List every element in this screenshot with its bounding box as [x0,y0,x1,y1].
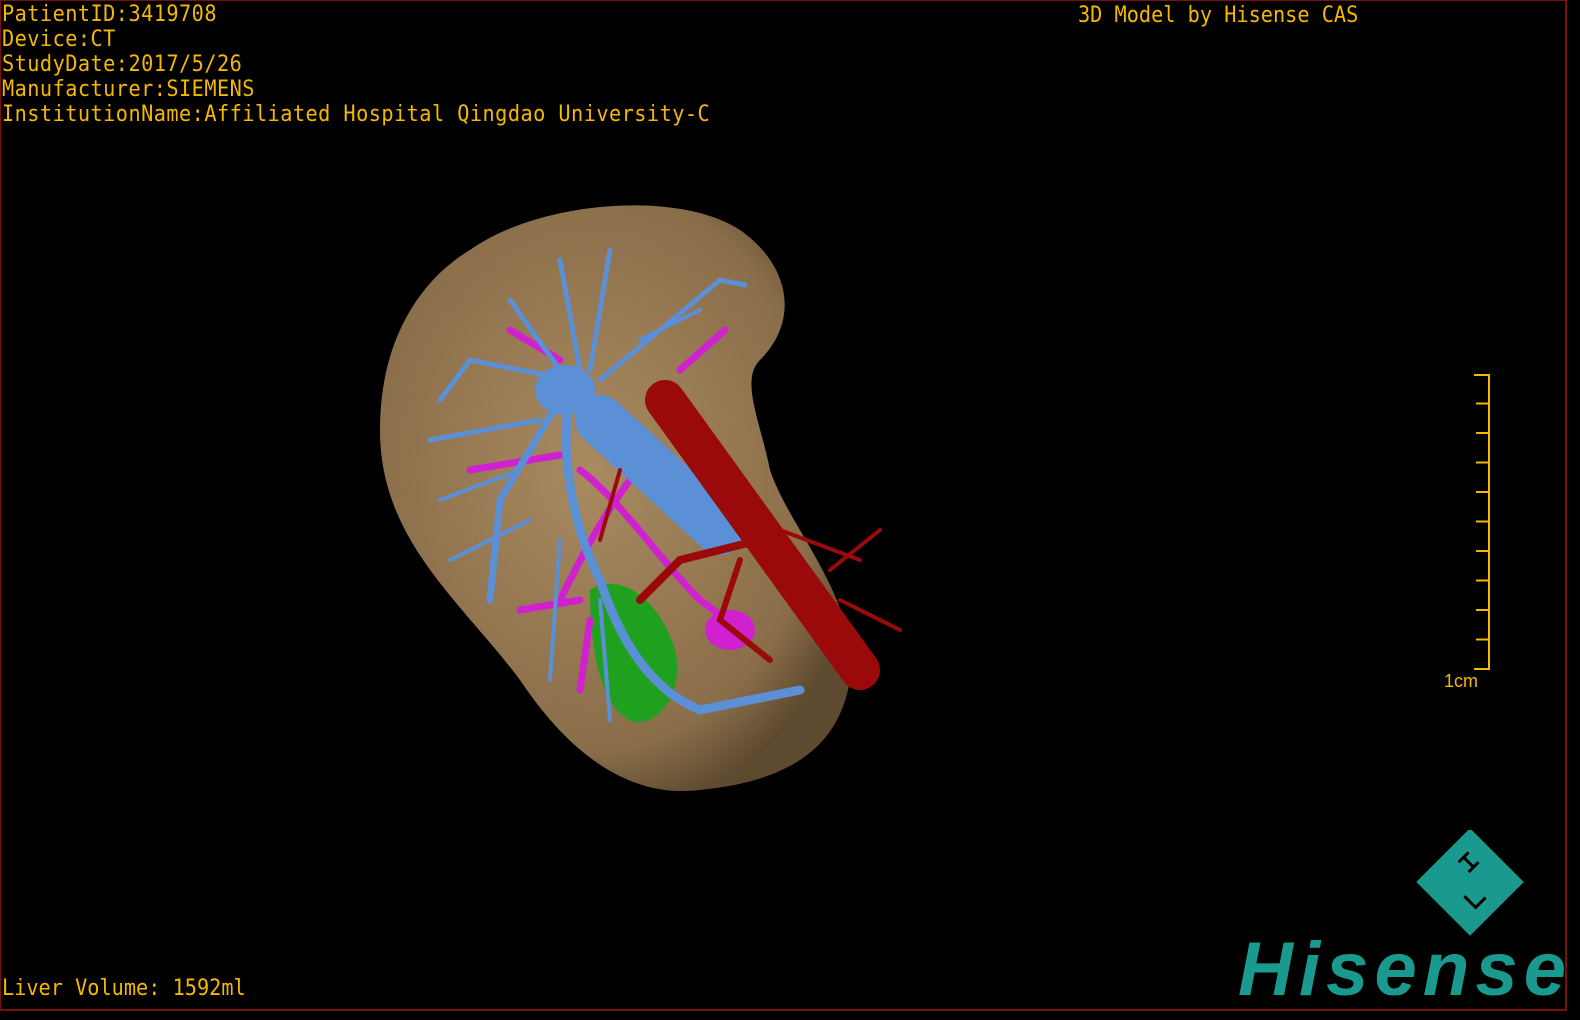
patient-id: PatientID:3419708 [2,2,217,27]
logo-diamond [1416,830,1524,936]
patient-info-overlay: PatientID:3419708 Device:CT StudyDate:20… [2,2,710,127]
device: Device:CT [2,27,116,52]
scale-bar-label: 1cm [1444,671,1479,691]
scale-bar [1474,374,1490,670]
model-credit: 3D Model by Hisense CAS [1078,3,1359,28]
study-date: StudyDate:2017/5/26 [2,52,243,77]
institution-name: InstitutionName:Affiliated Hospital Qing… [2,102,711,127]
manufacturer: Manufacturer:SIEMENS [2,77,255,102]
logo-text: Hisense [1238,927,1566,1005]
liver-3d-model[interactable] [360,190,940,810]
liver-volume: Liver Volume: 1592ml [2,976,246,1001]
hisense-logo: Hisense [1238,830,1566,1005]
